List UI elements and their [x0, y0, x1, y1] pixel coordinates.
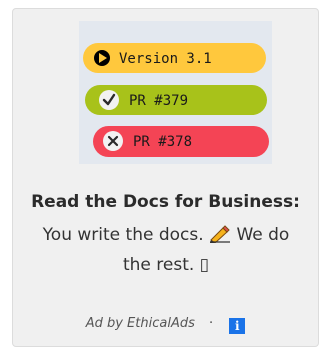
footer-separator: ·: [209, 316, 214, 331]
ad-body[interactable]: You write the docs. We do the rest. ▯: [31, 220, 301, 280]
ad-body-text-1: You write the docs.: [42, 225, 204, 245]
ad-card[interactable]: Version 3.1 PR #379 PR #378 Read the Doc…: [12, 8, 319, 347]
ad-title-link[interactable]: Read the Docs for Business:: [31, 192, 300, 212]
ad-footer: Ad by EthicalAds · i: [13, 314, 318, 334]
pencil-icon: [209, 223, 231, 244]
badge-pr-378: PR #378: [93, 126, 269, 157]
info-icon[interactable]: i: [229, 318, 246, 334]
badge-version-label: Version 3.1: [119, 51, 212, 67]
badge-version: Version 3.1: [83, 43, 266, 73]
badge-pr-379: PR #379: [85, 85, 267, 115]
check-icon: [99, 90, 119, 110]
badge-pr-379-label: PR #379: [129, 93, 188, 109]
missing-glyph: ▯: [199, 255, 210, 275]
ad-image[interactable]: Version 3.1 PR #379 PR #378: [79, 21, 272, 164]
ad-title[interactable]: Read the Docs for Business:: [13, 190, 318, 214]
ad-attribution-link[interactable]: Ad by EthicalAds: [86, 316, 195, 331]
ad-image-graphic: Version 3.1 PR #379 PR #378: [83, 43, 269, 157]
badge-pr-378-label: PR #378: [133, 134, 192, 150]
